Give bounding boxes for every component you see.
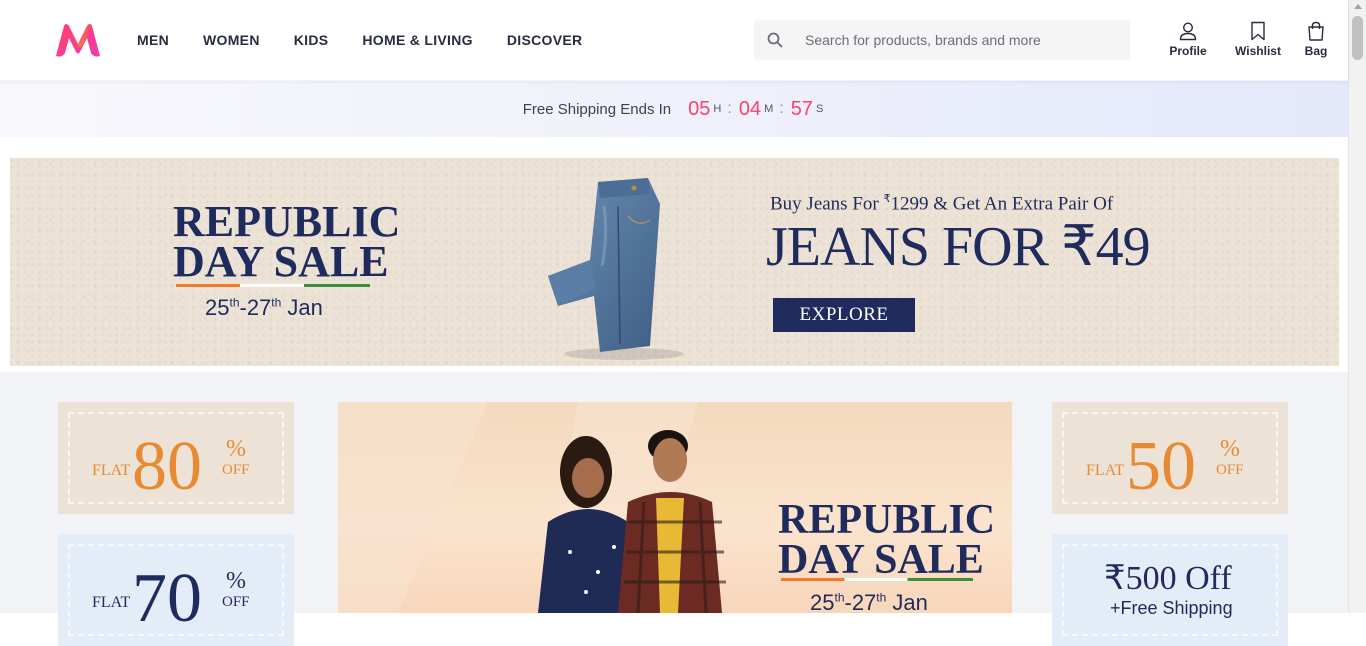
jeans-offer-headline: JEANS FOR ₹49 xyxy=(766,216,1151,278)
tile-percent-sign: % xyxy=(226,436,246,462)
countdown-seconds: 57 xyxy=(790,97,813,120)
free-shipping-text: +Free Shipping xyxy=(1110,598,1233,618)
tile-percent-sign: % xyxy=(1220,436,1240,462)
tile-off-text: OFF xyxy=(222,594,250,610)
countdown-separator: : xyxy=(727,100,732,117)
nav-kids[interactable]: KIDS xyxy=(277,32,346,48)
folded-jeans-image xyxy=(548,178,684,360)
countdown-separator: : xyxy=(779,100,784,117)
tile-flat-text: FLAT xyxy=(92,462,131,479)
sale-dates: 25th-27th Jan xyxy=(205,295,323,321)
countdown-label: Free Shipping Ends In xyxy=(522,100,672,118)
scroll-up-arrow-icon[interactable] xyxy=(1354,4,1362,9)
search-icon[interactable] xyxy=(754,20,796,60)
center-sale-dates: 25th-27th Jan xyxy=(810,590,928,613)
tile-off-text: OFF xyxy=(1216,462,1244,478)
countdown-minutes: 04 xyxy=(738,97,762,120)
profile-label: Profile xyxy=(1169,44,1207,58)
countdown-minutes-unit: M xyxy=(764,103,774,115)
center-sale-title: REPUBLIC DAY SALE xyxy=(778,497,996,583)
tile-discount-value: 70 xyxy=(132,560,202,637)
flat-70-off-tile[interactable]: FLAT 70 % OFF xyxy=(58,534,294,646)
banner-sale-title: REPUBLIC DAY SALE xyxy=(173,197,401,286)
tricolor-underline xyxy=(176,284,370,287)
tile-inner: FLAT 80 % OFF xyxy=(68,412,284,504)
page-scrollbar[interactable] xyxy=(1348,0,1366,613)
countdown-hours-unit: H xyxy=(713,103,722,115)
explore-button[interactable]: EXPLORE xyxy=(773,298,915,332)
nav-home-living[interactable]: HOME & LIVING xyxy=(345,32,489,48)
center-title-line1: REPUBLIC xyxy=(778,497,996,543)
tile-inner: FLAT 70 % OFF xyxy=(68,544,284,636)
wishlist-button[interactable]: Wishlist xyxy=(1230,20,1286,58)
header-actions: Profile Wishlist Bag xyxy=(1164,20,1336,58)
date-end: -27 xyxy=(239,295,272,320)
date-start: 25 xyxy=(810,590,835,613)
free-shipping-countdown: Free Shipping Ends In 05 H : 04 M : 57 S xyxy=(0,81,1348,137)
center-title-line2: DAY SALE xyxy=(778,537,984,583)
date-suffix: th xyxy=(229,295,240,310)
tile-discount-value: 50 xyxy=(1126,428,1196,505)
tile-discount-value: 80 xyxy=(132,428,202,505)
date-start: 25 xyxy=(205,295,230,320)
date-end: -27 xyxy=(844,590,877,613)
tile-flat-text: FLAT xyxy=(1086,462,1125,479)
sale-title-line2: DAY SALE xyxy=(173,237,389,286)
date-suffix: th xyxy=(834,590,845,605)
rs-500-off-tile[interactable]: ₹500 Off +Free Shipping xyxy=(1052,534,1288,646)
top-header: MEN WOMEN KIDS HOME & LIVING DISCOVER Pr… xyxy=(0,0,1348,80)
wishlist-label: Wishlist xyxy=(1235,44,1281,58)
date-suffix: th xyxy=(876,590,887,605)
myntra-logo[interactable] xyxy=(54,22,102,58)
date-suffix: th xyxy=(271,295,282,310)
tile-inner: FLAT 50 % OFF xyxy=(1062,412,1278,504)
tile-flat-text: FLAT xyxy=(92,594,131,611)
republic-day-jeans-banner[interactable]: REPUBLIC DAY SALE 25th-27th Jan Buy Jean… xyxy=(10,158,1339,366)
date-month: Jan xyxy=(886,590,928,613)
bag-icon xyxy=(1307,20,1325,42)
main-nav: MEN WOMEN KIDS HOME & LIVING DISCOVER xyxy=(120,0,599,80)
rs-500-off-text: ₹500 Off xyxy=(1104,560,1232,597)
bookmark-icon xyxy=(1250,20,1266,42)
republic-day-sale-banner[interactable]: REPUBLIC DAY SALE 25th-27th Jan xyxy=(338,402,1012,613)
nav-men[interactable]: MEN xyxy=(120,32,186,48)
bag-button[interactable]: Bag xyxy=(1296,20,1336,58)
offers-section: FLAT 80 % OFF FLAT 70 % OFF REPUBLIC DAY… xyxy=(0,372,1348,646)
offer-text-part1: Buy Jeans For xyxy=(770,193,884,215)
offer-text-part2: 1299 & Get An Extra Pair Of xyxy=(890,193,1114,215)
nav-women[interactable]: WOMEN xyxy=(186,32,277,48)
search-input[interactable] xyxy=(805,32,1125,48)
countdown-seconds-unit: S xyxy=(815,103,824,115)
user-icon xyxy=(1178,20,1198,42)
tile-inner: ₹500 Off +Free Shipping xyxy=(1062,544,1278,636)
profile-button[interactable]: Profile xyxy=(1164,20,1212,58)
flat-50-off-tile[interactable]: FLAT 50 % OFF xyxy=(1052,402,1288,514)
search-bar[interactable] xyxy=(754,20,1130,60)
flat-80-off-tile[interactable]: FLAT 80 % OFF xyxy=(58,402,294,514)
countdown-hours: 05 xyxy=(688,97,711,120)
date-month: Jan xyxy=(281,295,323,320)
nav-discover[interactable]: DISCOVER xyxy=(490,32,600,48)
tricolor-underline xyxy=(781,578,973,581)
bag-label: Bag xyxy=(1304,44,1328,58)
tile-off-text: OFF xyxy=(222,462,250,478)
jeans-offer-subtitle: Buy Jeans For ₹1299 & Get An Extra Pair … xyxy=(770,192,1113,215)
tile-percent-sign: % xyxy=(226,568,246,594)
scroll-thumb[interactable] xyxy=(1352,16,1363,60)
sale-title-line1: REPUBLIC xyxy=(173,197,401,246)
